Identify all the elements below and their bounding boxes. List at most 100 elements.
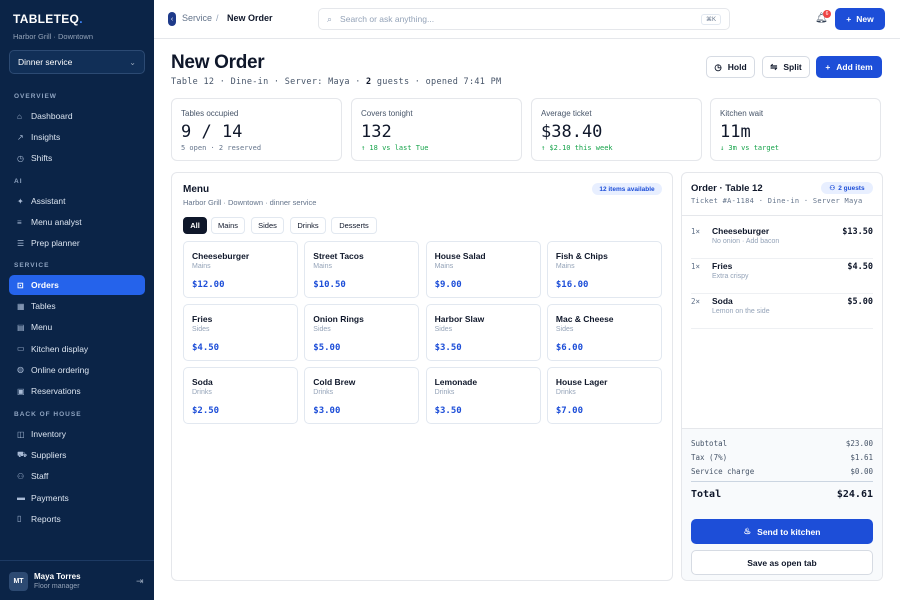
split-button[interactable]: ⇋ Split xyxy=(762,56,810,78)
order-line[interactable]: 2× Soda Lemon on the side $5.00 xyxy=(691,295,873,329)
nav-section-title: AI xyxy=(14,178,23,185)
notification-count: 6 xyxy=(823,10,831,18)
user-role: Floor manager xyxy=(34,583,80,590)
sidebar-item-label: Online ordering xyxy=(31,364,90,375)
add-item-button[interactable]: + Add item xyxy=(816,56,882,78)
nav-section-title: OVERVIEW xyxy=(14,93,57,100)
new-button-label: New xyxy=(856,14,874,24)
sidebar-item-dashboard[interactable]: ⌂ Dashboard xyxy=(9,106,145,126)
tax-row: Tax (7%) $1.61 xyxy=(691,453,873,462)
topbar: ‹ Service / New Order ⌕ Search or ask an… xyxy=(154,0,900,39)
menu-item-card[interactable]: House Lager Drinks $7.00 xyxy=(546,367,662,424)
stat-note: ↑ $2.10 this week xyxy=(541,144,613,152)
stat-label: Average ticket xyxy=(541,109,592,118)
total-row: Total $24.61 xyxy=(691,489,873,500)
sidebar-item-tables[interactable]: ▦ Tables xyxy=(9,296,145,316)
sidebar-item-payments[interactable]: ▬ Payments xyxy=(9,488,145,508)
line-item-name: Soda xyxy=(712,296,733,306)
sidebar-item-menu[interactable]: ▤ Menu xyxy=(9,317,145,337)
menu-item-price: $7.00 xyxy=(555,406,583,416)
sidebar-item-inventory[interactable]: ◫ Inventory xyxy=(9,424,145,444)
sidebar-item-reports[interactable]: ▯ Reports xyxy=(9,509,145,529)
divider xyxy=(691,481,873,482)
menu-item-card[interactable]: Mac & Cheese Sides $6.00 xyxy=(546,304,662,361)
menu-item-category: Sides xyxy=(434,326,453,333)
search-placeholder: Search or ask anything... xyxy=(340,14,435,24)
menu-item-card[interactable]: Lemonade Drinks $3.50 xyxy=(425,367,541,424)
monitor-icon: ▭ xyxy=(17,344,25,354)
menu-item-price: $6.00 xyxy=(555,343,583,353)
order-title: Order · Table 12 xyxy=(691,183,763,194)
menu-item-card[interactable]: Street Tacos Mains $10.50 xyxy=(304,241,420,298)
hold-button[interactable]: ◷ Hold xyxy=(706,56,755,78)
menu-item-card[interactable]: Cheeseburger Mains $12.00 xyxy=(183,241,298,298)
stat-value: 11m xyxy=(720,122,751,142)
stat-value: 9 / 14 xyxy=(181,122,243,142)
tab-mains[interactable]: Mains xyxy=(211,217,245,234)
tab-all[interactable]: All xyxy=(183,217,207,234)
user-profile[interactable]: MT Maya Torres Floor manager ⇥ xyxy=(0,560,154,600)
search-icon: ⌕ xyxy=(327,13,333,24)
search-input[interactable]: ⌕ Search or ask anything... ⌘K xyxy=(318,8,730,30)
back-icon[interactable]: ‹ xyxy=(168,12,176,26)
menu-item-name: Cheeseburger xyxy=(192,251,250,261)
tab-drinks[interactable]: Drinks xyxy=(290,217,326,234)
sidebar-item-online-ordering[interactable]: ◍ Online ordering xyxy=(9,360,145,380)
plus-icon: + xyxy=(825,62,831,72)
truck-icon: ⛟ xyxy=(17,450,28,460)
menu-item-name: House Lager xyxy=(555,377,608,387)
menu-item-category: Drinks xyxy=(313,389,334,396)
menu-item-name: Cold Brew xyxy=(313,377,356,387)
menu-item-card[interactable]: Fries Sides $4.50 xyxy=(183,304,298,361)
home-icon: ⌂ xyxy=(17,111,22,121)
menu-item-name: Harbor Slaw xyxy=(434,314,485,324)
new-button[interactable]: + New xyxy=(835,8,885,30)
order-line[interactable]: 1× Fries Extra crispy $4.50 xyxy=(691,260,873,294)
menu-panel: Menu Harbor Grill · Downtown · dinner se… xyxy=(171,172,673,581)
menu-item-name: Mac & Cheese xyxy=(555,314,614,324)
tab-desserts[interactable]: Desserts xyxy=(331,217,377,234)
sidebar-item-prep-planner[interactable]: ☰ Prep planner xyxy=(9,233,145,253)
sidebar-item-insights[interactable]: ↗ Insights xyxy=(9,127,145,147)
menu-item-category: Mains xyxy=(434,263,454,270)
stat-label: Kitchen wait xyxy=(720,109,764,118)
menu-item-card[interactable]: Fish & Chips Mains $16.00 xyxy=(546,241,662,298)
logo[interactable]: TABLETEQ. xyxy=(13,12,83,26)
location-label: Harbor Grill · Downtown xyxy=(13,32,94,41)
sidebar-item-label: Orders xyxy=(31,280,59,290)
menu-item-card[interactable]: Cold Brew Drinks $3.00 xyxy=(304,367,420,424)
sidebar-item-assistant[interactable]: ✦ Assistant xyxy=(9,191,145,211)
sidebar-item-label: Reports xyxy=(31,513,61,524)
sidebar-item-orders[interactable]: ⊡ Orders xyxy=(9,275,145,295)
menu-item-card[interactable]: Harbor Slaw Sides $3.50 xyxy=(425,304,541,361)
menu-item-card[interactable]: Soda Drinks $2.50 xyxy=(183,367,298,424)
page-title: New Order xyxy=(171,52,265,73)
save-open-tab-button[interactable]: Save as open tab xyxy=(691,550,873,575)
send-to-kitchen-button[interactable]: ♨ Send to kitchen xyxy=(691,519,873,544)
tab-sides[interactable]: Sides xyxy=(251,217,284,234)
breadcrumb-service[interactable]: Service xyxy=(182,13,212,23)
sidebar-item-shifts[interactable]: ◷ Shifts xyxy=(9,148,145,168)
sidebar-item-kitchen-display[interactable]: ▭ Kitchen display xyxy=(9,339,145,359)
logout-icon[interactable]: ⇥ xyxy=(136,576,144,587)
chart-icon: ↗ xyxy=(17,132,24,142)
sidebar: TABLETEQ. Harbor Grill · Downtown Dinner… xyxy=(0,0,154,600)
sidebar-item-reservations[interactable]: ▣ Reservations xyxy=(9,381,145,401)
order-line[interactable]: 1× Cheeseburger No onion · Add bacon $13… xyxy=(691,225,873,259)
menu-item-card[interactable]: Onion Rings Sides $5.00 xyxy=(304,304,420,361)
service-select[interactable]: Dinner service ⌄ xyxy=(9,50,145,74)
sidebar-item-staff[interactable]: ⚇ Staff xyxy=(9,466,145,486)
sidebar-item-menu-analyst[interactable]: ≡ Menu analyst xyxy=(9,212,145,232)
sidebar-item-label: Kitchen display xyxy=(31,343,89,354)
menu-icon: ▤ xyxy=(17,322,25,332)
search-shortcut: ⌘K xyxy=(700,13,721,25)
sidebar-item-label: Menu xyxy=(31,322,53,333)
menu-item-card[interactable]: House Salad Mains $9.00 xyxy=(425,241,541,298)
service-charge-row: Service charge $0.00 xyxy=(691,467,873,476)
sidebar-item-suppliers[interactable]: ⛟ Suppliers xyxy=(9,445,145,465)
split-icon: ⇋ xyxy=(770,61,778,72)
page-subtitle: Table 12 · Dine-in · Server: Maya · 2 gu… xyxy=(171,77,502,87)
stat-value: 132 xyxy=(361,122,392,142)
cart-icon: ⊡ xyxy=(17,280,24,290)
menu-item-name: Lemonade xyxy=(434,377,478,387)
